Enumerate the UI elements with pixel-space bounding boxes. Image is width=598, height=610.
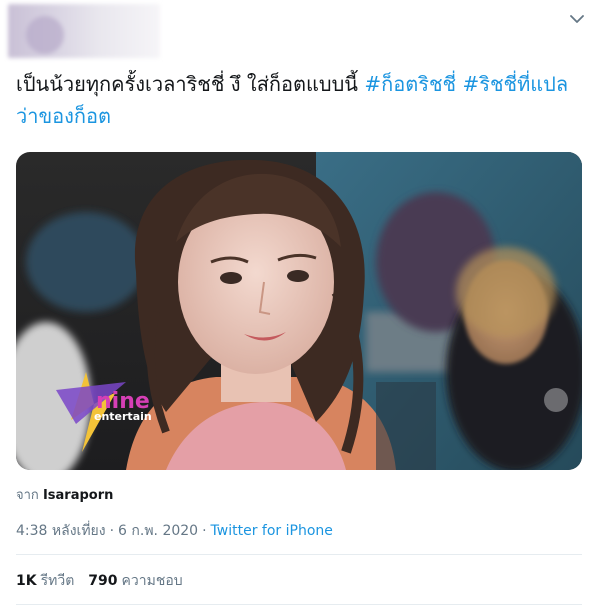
- attribution: จาก Isaraporn: [16, 484, 113, 505]
- attribution-prefix: จาก: [16, 488, 39, 503]
- tweet-stats: 1K รีทวีต 790 ความชอบ: [16, 570, 183, 592]
- watermark-line-2: entertain: [94, 410, 152, 423]
- blurred-author-avatar[interactable]: [8, 4, 160, 58]
- retweets-label: รีทวีต: [40, 573, 75, 589]
- retweets-count: 1K: [16, 573, 37, 589]
- likes-count: 790: [88, 573, 118, 589]
- meta-separator: ·: [109, 523, 115, 539]
- tweet-time[interactable]: 4:38 หลังเที่ยง: [16, 523, 106, 539]
- hashtag-link[interactable]: #ก็อตริชชี่: [364, 72, 456, 96]
- divider: [16, 604, 582, 605]
- tweet-text: เป็นน้วยทุกครั้งเวลาริชชี่ งึ ใส่ก็อตแบบ…: [16, 68, 586, 132]
- meta-separator: ·: [202, 523, 207, 539]
- likes-label: ความชอบ: [121, 573, 183, 589]
- likes-stat[interactable]: 790 ความชอบ: [88, 570, 182, 592]
- tweet-source-link[interactable]: Twitter for iPhone: [211, 523, 333, 539]
- tweet-media[interactable]: nine entertain: [16, 152, 582, 470]
- tweet-header: [8, 4, 590, 58]
- chevron-down-icon[interactable]: [568, 10, 586, 28]
- tweet-date[interactable]: 6 ก.พ. 2020: [118, 523, 198, 539]
- divider: [16, 554, 582, 555]
- tweet-meta: 4:38 หลังเที่ยง · 6 ก.พ. 2020 · Twitter for …: [16, 520, 333, 542]
- tweet-card: เป็นน้วยทุกครั้งเวลาริชชี่ งึ ใส่ก็อตแบบ…: [0, 0, 598, 610]
- attribution-name[interactable]: Isaraporn: [43, 488, 113, 503]
- retweets-stat[interactable]: 1K รีทวีต: [16, 570, 74, 592]
- media-photo: nine entertain: [16, 152, 582, 470]
- tweet-text-body: เป็นน้วยทุกครั้งเวลาริชชี่ งึ ใส่ก็อตแบบ…: [16, 72, 365, 96]
